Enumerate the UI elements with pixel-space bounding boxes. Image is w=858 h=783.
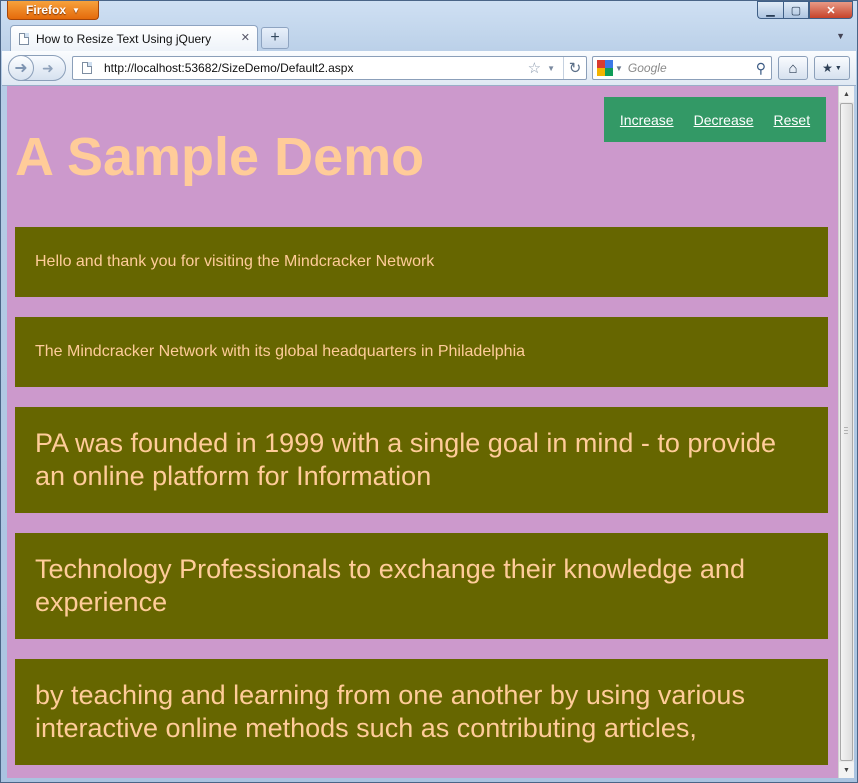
forward-button[interactable]: ➜ xyxy=(42,60,54,77)
search-bar[interactable]: ▼ Google ⚲ xyxy=(592,56,772,80)
page-content: Increase Decrease Reset A Sample Demo He… xyxy=(7,86,838,778)
search-placeholder[interactable]: Google xyxy=(628,61,756,75)
maximize-icon: ▢ xyxy=(790,4,802,17)
firefox-menu-button[interactable]: Firefox ▼ xyxy=(7,1,99,20)
scroll-down-arrow-icon[interactable]: ▼ xyxy=(839,762,854,778)
firefox-menu-label: Firefox xyxy=(26,3,67,17)
window-controls: ▁ ▢ ✕ xyxy=(757,1,853,19)
search-engine-chevron-icon[interactable]: ▼ xyxy=(615,64,623,73)
url-history-chevron-icon[interactable]: ▼ xyxy=(547,64,555,73)
tab-list-chevron-icon[interactable]: ▼ xyxy=(836,31,845,41)
home-icon: ⌂ xyxy=(788,59,798,77)
paragraph-4: Technology Professionals to exchange the… xyxy=(15,533,828,639)
paragraph-1: Hello and thank you for visiting the Min… xyxy=(15,227,828,297)
grip-icon: – – – xyxy=(844,424,848,437)
new-tab-button[interactable]: + xyxy=(261,27,289,49)
title-bar: Firefox ▼ ▁ ▢ ✕ xyxy=(1,1,857,23)
bookmark-star-icon[interactable]: ☆ xyxy=(528,59,541,77)
google-engine-icon[interactable] xyxy=(597,60,613,76)
paragraph-3: PA was founded in 1999 with a single goa… xyxy=(15,407,828,513)
vertical-scrollbar[interactable]: ▲ – – – ▼ xyxy=(838,86,854,778)
back-button[interactable]: ➜ xyxy=(8,55,34,81)
tab-title: How to Resize Text Using jQuery xyxy=(36,31,212,46)
back-forward-group: ➜ ➜ xyxy=(8,55,66,81)
close-window-button[interactable]: ✕ xyxy=(809,1,853,19)
close-icon: ✕ xyxy=(826,4,836,17)
increase-link[interactable]: Increase xyxy=(620,112,674,128)
page-title: A Sample Demo xyxy=(15,127,425,187)
maximize-button[interactable]: ▢ xyxy=(783,1,809,19)
plus-icon: + xyxy=(270,29,280,46)
font-size-controls: Increase Decrease Reset xyxy=(604,97,826,142)
search-icon[interactable]: ⚲ xyxy=(756,60,766,77)
minimize-button[interactable]: ▁ xyxy=(757,1,783,19)
tab-active[interactable]: How to Resize Text Using jQuery ✕ xyxy=(10,25,258,51)
reload-button[interactable]: ↻ xyxy=(563,57,586,79)
home-button[interactable]: ⌂ xyxy=(778,56,808,80)
paragraph-2: The Mindcracker Network with its global … xyxy=(15,317,828,387)
bookmarks-button[interactable]: ★ ▼ xyxy=(814,56,850,80)
scroll-up-arrow-icon[interactable]: ▲ xyxy=(839,86,854,102)
browser-window: Firefox ▼ ▁ ▢ ✕ How to Resize Text Using… xyxy=(0,0,858,783)
minimize-icon: ▁ xyxy=(766,4,775,17)
scrollbar-thumb[interactable]: – – – xyxy=(840,103,853,761)
navigation-toolbar: ➜ ➜ http://localhost:53682/SizeDemo/Defa… xyxy=(2,51,856,86)
chevron-down-icon: ▼ xyxy=(834,64,842,72)
tab-close-icon[interactable]: ✕ xyxy=(241,31,250,44)
page-icon xyxy=(19,32,29,45)
tab-strip: How to Resize Text Using jQuery ✕ + ▼ xyxy=(1,23,857,51)
paragraph-5: by teaching and learning from one anothe… xyxy=(15,659,828,765)
url-text[interactable]: http://localhost:53682/SizeDemo/Default2… xyxy=(104,61,528,75)
back-arrow-icon: ➜ xyxy=(14,60,28,77)
reset-link[interactable]: Reset xyxy=(774,112,811,128)
chevron-down-icon: ▼ xyxy=(72,5,80,15)
decrease-link[interactable]: Decrease xyxy=(694,112,754,128)
bookmarks-icon: ★ xyxy=(822,61,833,75)
site-identity-icon[interactable] xyxy=(82,62,92,74)
url-bar[interactable]: http://localhost:53682/SizeDemo/Default2… xyxy=(72,56,587,80)
